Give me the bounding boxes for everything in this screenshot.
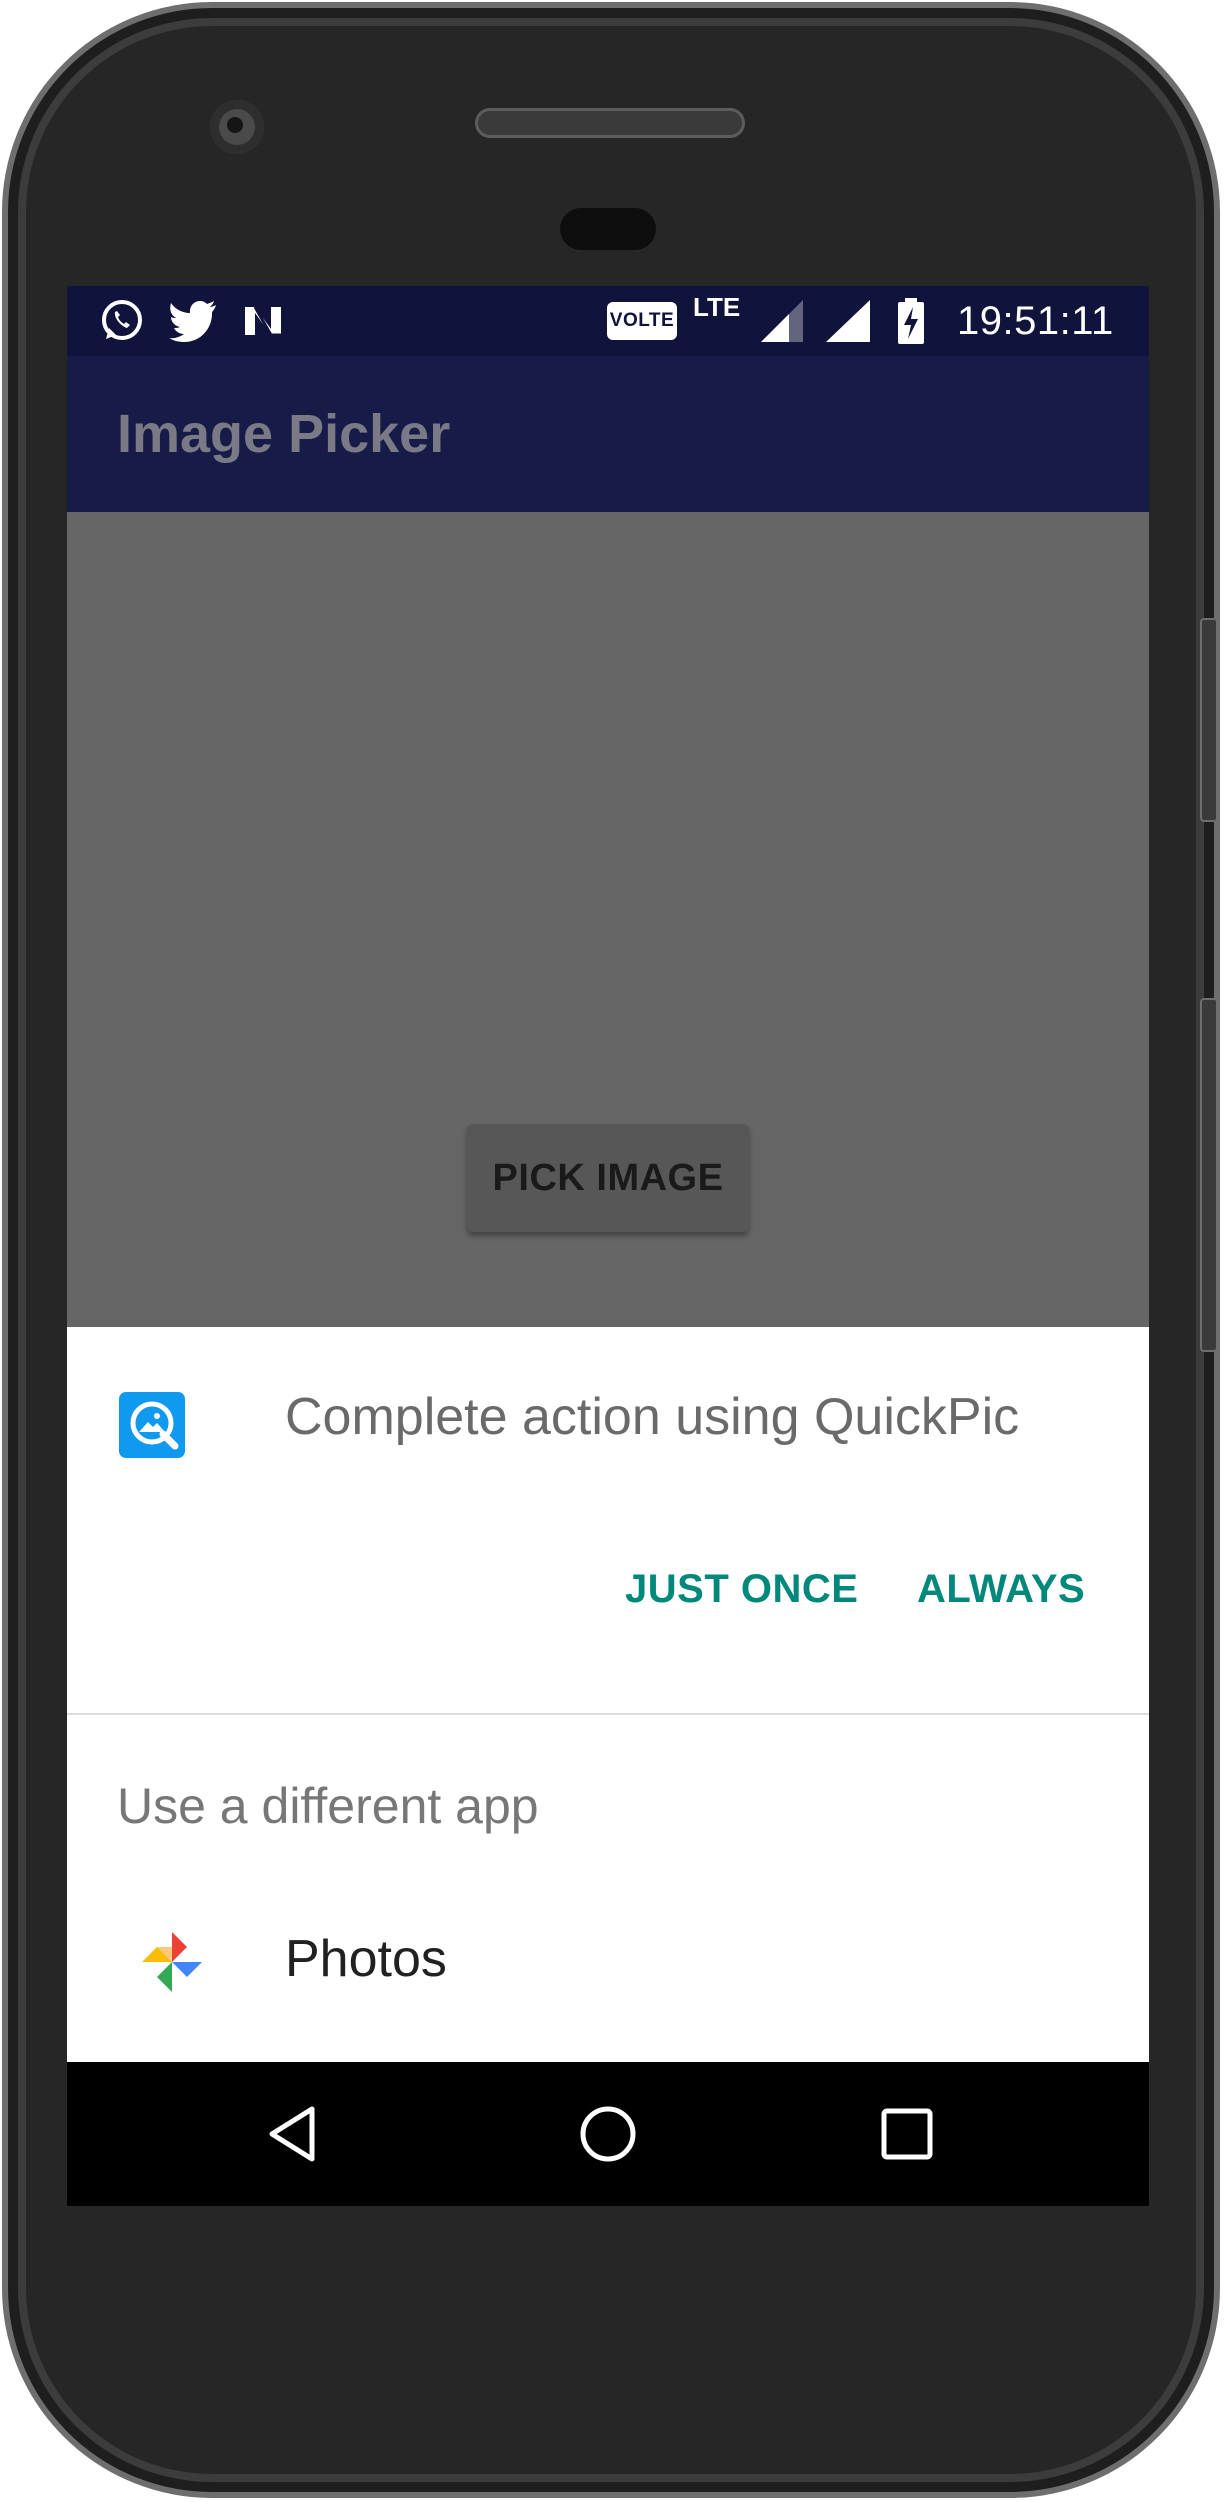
battery-charging-icon — [891, 286, 931, 356]
earpiece-speaker — [475, 108, 745, 138]
power-button — [1200, 618, 1218, 822]
always-button[interactable]: ALWAYS — [917, 1567, 1085, 1612]
network-type-label: LTE — [693, 292, 741, 322]
whatsapp-icon — [95, 286, 147, 356]
recents-icon[interactable] — [857, 2084, 957, 2184]
app-title: Image Picker — [117, 404, 451, 464]
twitter-icon — [167, 286, 219, 356]
divider — [67, 1713, 1149, 1715]
proximity-sensor — [560, 208, 656, 250]
front-camera — [210, 100, 264, 154]
signal-icon — [757, 286, 807, 356]
status-bar: VOLTE LTE 19:51:11 — [67, 286, 1149, 356]
back-icon[interactable] — [242, 2084, 342, 2184]
volume-button — [1200, 998, 1218, 1352]
app-list-item-label: Photos — [285, 1930, 447, 1988]
other-apps-heading: Use a different app — [117, 1778, 539, 1834]
status-clock: 19:51:11 — [957, 299, 1114, 343]
main-content: PICK IMAGE — [67, 512, 1149, 1327]
chooser-title: Complete action using QuickPic — [285, 1388, 1020, 1446]
pick-image-button[interactable]: PICK IMAGE — [467, 1124, 749, 1232]
home-icon[interactable] — [558, 2084, 658, 2184]
chooser-bottom-sheet: Complete action using QuickPic JUST ONCE… — [67, 1327, 1149, 2062]
volte-badge: VOLTE — [607, 302, 677, 340]
quickpic-icon — [119, 1392, 185, 1458]
device-screen: VOLTE LTE 19:51:11 Image Picker PICK IMA… — [67, 286, 1149, 2206]
n-notification-icon — [237, 286, 289, 356]
just-once-button[interactable]: JUST ONCE — [625, 1567, 858, 1612]
navigation-bar — [67, 2062, 1149, 2206]
google-photos-icon — [139, 1929, 205, 1995]
signal-icon — [819, 286, 875, 356]
app-bar: Image Picker — [67, 356, 1149, 512]
app-list-item-photos[interactable]: Photos — [67, 1907, 1149, 2062]
